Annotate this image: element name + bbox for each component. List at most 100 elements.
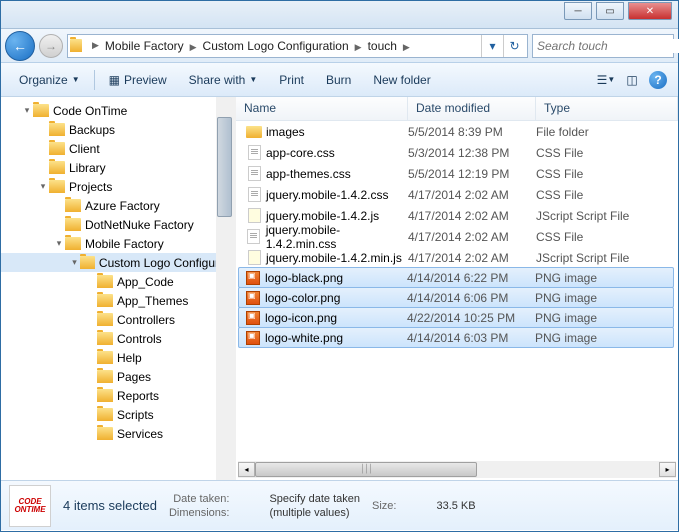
chevron-right-icon[interactable]: ▶ — [401, 42, 412, 52]
chevron-right-icon[interactable]: ▶ — [90, 40, 101, 51]
scroll-right-button[interactable]: ▸ — [659, 462, 676, 477]
back-button[interactable]: ← — [5, 31, 35, 61]
folder-icon — [246, 124, 262, 140]
burn-button[interactable]: Burn — [316, 69, 361, 91]
folder-icon — [65, 218, 81, 231]
new-folder-button[interactable]: New folder — [363, 69, 440, 91]
search-input[interactable] — [537, 39, 679, 53]
scrollbar-thumb[interactable] — [255, 462, 477, 477]
tree-toggle-icon[interactable]: ▾ — [21, 105, 33, 116]
view-options-button[interactable]: ☰ ▼ — [594, 68, 618, 92]
preview-pane-button[interactable]: ◫ — [620, 68, 644, 92]
css-file-icon — [246, 145, 262, 161]
preview-button[interactable]: ▦ Preview — [99, 69, 177, 91]
dropdown-arrow-icon[interactable]: ▾ — [481, 35, 503, 57]
file-row[interactable]: app-themes.css5/5/2014 12:19 PMCSS File — [236, 163, 678, 184]
tree-item-label: DotNetNuke Factory — [85, 218, 194, 232]
tree-item-label: Client — [69, 142, 100, 156]
file-row[interactable]: logo-icon.png4/22/2014 10:25 PMPNG image — [238, 307, 674, 328]
file-row[interactable]: jquery.mobile-1.4.2.min.js4/17/2014 2:02… — [236, 247, 678, 268]
chevron-down-icon: ▼ — [249, 75, 257, 84]
chevron-right-icon[interactable]: ▶ — [188, 42, 199, 52]
tree-item[interactable]: Azure Factory — [1, 196, 233, 215]
tree-item[interactable]: ▾Code OnTime — [1, 101, 233, 120]
address-bar[interactable]: ▶ Mobile Factory▶Custom Logo Configurati… — [67, 34, 528, 58]
folder-icon — [97, 294, 113, 307]
file-row[interactable]: app-core.css5/3/2014 12:38 PMCSS File — [236, 142, 678, 163]
tree-item[interactable]: ▾ Custom Logo Configurat — [1, 253, 233, 272]
tree-item[interactable]: App_Code — [1, 272, 233, 291]
tree-item[interactable]: Pages — [1, 367, 233, 386]
file-row[interactable]: jquery.mobile-1.4.2.min.css4/17/2014 2:0… — [236, 226, 678, 247]
tree-item[interactable]: ▾Mobile Factory — [1, 234, 233, 253]
tree-item[interactable]: DotNetNuke Factory — [1, 215, 233, 234]
tree-item[interactable]: Backups — [1, 120, 233, 139]
tree-item-label: App_Code — [117, 275, 174, 289]
tree-item[interactable]: Help — [1, 348, 233, 367]
file-type: CSS File — [536, 230, 678, 244]
file-date: 4/22/2014 10:25 PM — [407, 311, 535, 325]
datetaken-value[interactable]: Specify date taken — [269, 493, 360, 505]
forward-button[interactable]: → — [39, 34, 63, 58]
maximize-button[interactable]: ▭ — [596, 2, 624, 20]
tree-item-label: Controls — [117, 332, 162, 346]
scroll-left-button[interactable]: ◂ — [238, 462, 255, 477]
tree-item[interactable]: Services — [1, 424, 233, 443]
tree-toggle-icon[interactable]: ▾ — [37, 181, 49, 192]
file-name: logo-color.png — [265, 291, 340, 305]
css-file-icon — [246, 187, 262, 203]
tree-toggle-icon[interactable]: ▾ — [53, 238, 65, 249]
size-label: Size: — [372, 500, 396, 512]
minimize-button[interactable]: ─ — [564, 2, 592, 20]
tree-item[interactable]: Library — [1, 158, 233, 177]
file-list[interactable]: images5/5/2014 8:39 PMFile folderapp-cor… — [236, 121, 678, 461]
tree-item[interactable]: Controls — [1, 329, 233, 348]
preview-icon: ▦ — [109, 73, 120, 87]
column-type[interactable]: Type — [536, 97, 678, 120]
horizontal-scrollbar[interactable]: ◂ ▸ — [238, 461, 676, 478]
share-button[interactable]: Share with ▼ — [179, 69, 268, 91]
help-button[interactable]: ? — [646, 68, 670, 92]
vertical-scrollbar[interactable] — [216, 97, 233, 480]
file-row[interactable]: logo-color.png4/14/2014 6:06 PMPNG image — [238, 287, 674, 308]
selection-thumbnail: CODE ONTIME — [9, 485, 51, 527]
folder-icon — [97, 351, 113, 364]
print-button[interactable]: Print — [269, 69, 314, 91]
organize-button[interactable]: Organize ▼ — [9, 69, 90, 91]
file-name: jquery.mobile-1.4.2.min.js — [266, 251, 402, 265]
folder-tree[interactable]: ▾Code OnTime Backups Client Library▾Project… — [1, 97, 233, 480]
breadcrumb-item[interactable]: Mobile Factory — [101, 37, 188, 55]
file-name: logo-icon.png — [265, 311, 337, 325]
tree-item[interactable]: App_Themes — [1, 291, 233, 310]
tree-item[interactable]: Scripts — [1, 405, 233, 424]
breadcrumb-item[interactable]: Custom Logo Configuration — [199, 37, 353, 55]
folder-icon — [97, 275, 113, 288]
folder-icon — [49, 123, 65, 136]
tree-item[interactable]: ▾Projects — [1, 177, 233, 196]
file-row[interactable]: logo-black.png4/14/2014 6:22 PMPNG image — [238, 267, 674, 288]
scrollbar-thumb[interactable] — [217, 117, 232, 217]
file-row[interactable]: jquery.mobile-1.4.2.css4/17/2014 2:02 AM… — [236, 184, 678, 205]
js-file-icon — [246, 250, 262, 266]
search-box[interactable]: 🔍 — [532, 34, 674, 58]
refresh-button[interactable]: ↻ — [503, 35, 525, 57]
column-date[interactable]: Date modified — [408, 97, 536, 120]
folder-icon — [97, 313, 113, 326]
file-row[interactable]: images5/5/2014 8:39 PMFile folder — [236, 121, 678, 142]
file-row[interactable]: logo-white.png4/14/2014 6:03 PMPNG image — [238, 327, 674, 348]
tree-item[interactable]: Reports — [1, 386, 233, 405]
breadcrumb-item[interactable]: touch — [364, 37, 401, 55]
column-name[interactable]: Name — [236, 97, 408, 120]
tree-toggle-icon[interactable]: ▾ — [69, 257, 80, 268]
file-name: jquery.mobile-1.4.2.css — [266, 188, 389, 202]
file-name: jquery.mobile-1.4.2.js — [266, 209, 379, 223]
tree-item[interactable]: Client — [1, 139, 233, 158]
chevron-right-icon[interactable]: ▶ — [353, 42, 364, 52]
file-type: JScript Script File — [536, 209, 678, 223]
close-button[interactable]: ✕ — [628, 2, 672, 20]
tree-item-label: Backups — [69, 123, 115, 137]
tree-item-label: Custom Logo Configurat — [99, 256, 229, 270]
file-type: CSS File — [536, 167, 678, 181]
file-date: 4/14/2014 6:06 PM — [407, 291, 535, 305]
tree-item[interactable]: Controllers — [1, 310, 233, 329]
